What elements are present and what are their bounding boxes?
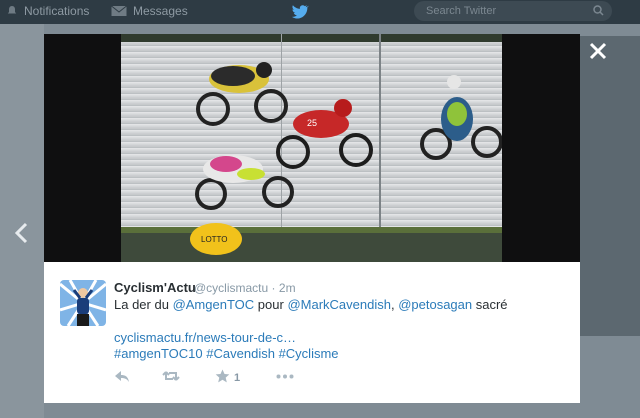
cyclist-avatar-image [60,280,106,326]
search-placeholder: Search Twitter [426,5,497,17]
hashtag-cavendish[interactable]: #Cavendish [206,346,275,361]
bell-icon [7,6,17,14]
text-prefix: La der du [114,297,169,312]
more-icon[interactable] [276,374,294,379]
envelope-icon [111,5,127,16]
tweet-link[interactable]: cyclismactu.fr/news-tour-de-c… [114,330,296,345]
search-icon [593,5,604,16]
text-suffix: sacré [475,297,508,312]
finish-photo-graphic: 25 LOTTO [121,34,502,262]
author-handle[interactable]: @cyclismactu [194,281,268,295]
text-mid: pour [257,297,284,312]
hashtags: #amgenTOC10 #Cavendish #Cyclisme [114,346,339,361]
retweet-icon[interactable] [162,369,180,383]
background-left-column [0,24,44,418]
twitter-bird-icon[interactable] [289,2,309,22]
notifications-label: Notifications [24,4,90,18]
svg-text:LOTTO: LOTTO [201,235,228,244]
tweet-text: La der du @AmgenTOC pour @MarkCavendish,… [114,297,508,312]
hashtag-cyclisme[interactable]: #Cyclisme [279,346,339,361]
mention-petosagan[interactable]: @petosagan [398,297,472,312]
tweet-card: Cyclism'Actu @cyclismactu · 2m La der du… [44,262,580,403]
top-navigation-bar: Notifications Messages Search Twitter [0,0,640,24]
close-icon[interactable] [589,42,607,60]
text-comma: , [390,297,395,312]
author-name[interactable]: Cyclism'Actu [114,280,196,295]
messages-label: Messages [133,4,188,18]
chevron-left-icon[interactable] [14,222,30,244]
svg-text:25: 25 [307,118,317,128]
mention-amgentoc[interactable]: @AmgenTOC [173,297,255,312]
time-separator: · [271,281,276,295]
mention-markcavendish[interactable]: @MarkCavendish [287,297,391,312]
author-handle-time[interactable]: @cyclismactu · 2m [194,281,296,295]
star-icon[interactable] [215,369,230,384]
finish-line-photo: 25 LOTTO [121,34,502,262]
search-input[interactable]: Search Twitter [414,1,612,21]
background-right-column [580,36,640,336]
avatar[interactable] [60,280,106,326]
notifications-nav[interactable]: Notifications [6,4,89,18]
media-viewer: 25 LOTTO [44,34,580,262]
tweet-time[interactable]: 2m [279,281,296,295]
favorite-count: 1 [234,372,241,384]
reply-icon[interactable] [114,369,130,383]
messages-nav[interactable]: Messages [111,4,188,18]
hashtag-amgentoc10[interactable]: #amgenTOC10 [114,346,203,361]
